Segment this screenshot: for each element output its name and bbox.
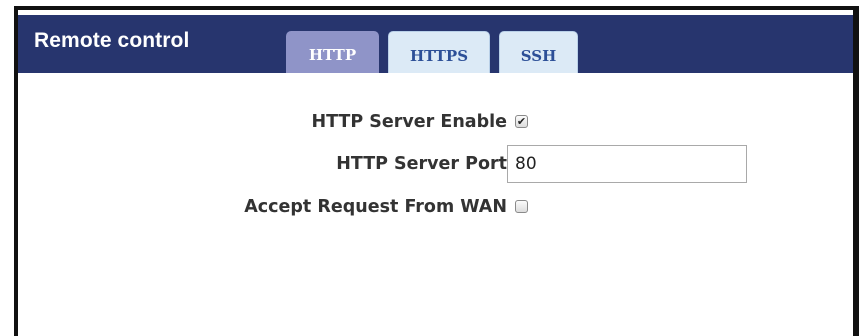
tab-http-label: HTTP: [308, 46, 357, 64]
http-server-port-input[interactable]: [507, 145, 747, 183]
panel-right-border: [853, 6, 859, 336]
http-server-port-label: HTTP Server Port: [336, 154, 507, 174]
http-server-enable-row: HTTP Server Enable ✔: [18, 105, 853, 139]
http-server-port-row: HTTP Server Port: [18, 145, 853, 183]
http-server-enable-label: HTTP Server Enable: [311, 112, 507, 132]
accept-request-from-wan-row: Accept Request From WAN: [18, 190, 853, 224]
accept-request-from-wan-checkbox[interactable]: [515, 200, 528, 213]
tab-http[interactable]: HTTP: [286, 31, 379, 73]
remote-control-panel: Remote control HTTP HTTPS SSH HTTP Serve…: [0, 0, 867, 336]
tab-ssh-label: SSH: [520, 46, 557, 65]
http-server-enable-checkbox[interactable]: ✔: [515, 115, 528, 128]
accept-request-from-wan-label: Accept Request From WAN: [244, 197, 507, 217]
tab-ssh[interactable]: SSH: [499, 31, 578, 73]
tab-https-label: HTTPS: [409, 46, 469, 65]
tab-https[interactable]: HTTPS: [388, 31, 490, 73]
panel-title: Remote control: [34, 29, 190, 52]
checkmark-icon: ✔: [516, 115, 527, 128]
panel-header: Remote control HTTP HTTPS SSH: [18, 15, 853, 73]
http-settings-form: HTTP Server Enable ✔ HTTP Server Port Ac…: [18, 73, 853, 336]
